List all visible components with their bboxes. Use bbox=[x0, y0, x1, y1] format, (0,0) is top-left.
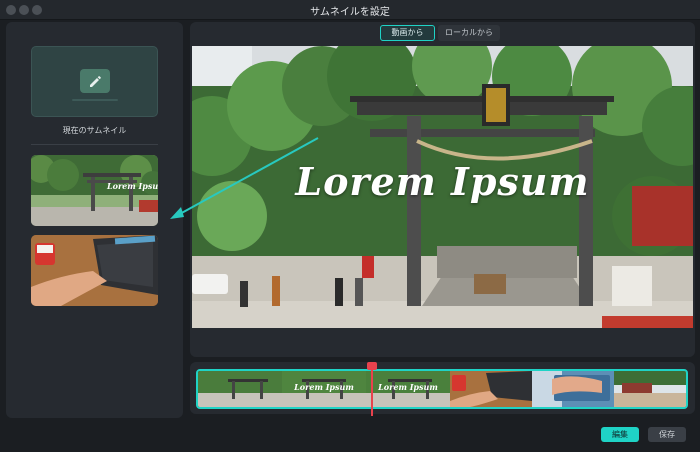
preview-overlay-text: Lorem Ipsum bbox=[295, 159, 590, 204]
title-bar: サムネイルを設定 bbox=[0, 0, 700, 20]
thumbnail-sidebar: 現在のサムネイル Lorem Ipsum bbox=[6, 22, 183, 418]
timeline-frame[interactable] bbox=[450, 371, 532, 407]
save-button[interactable]: 保存 bbox=[648, 427, 686, 442]
sidebar-divider bbox=[31, 144, 158, 145]
thumbnail-preview: Lorem Ipsum bbox=[192, 46, 693, 328]
svg-text:Lorem Ipsum: Lorem Ipsum bbox=[106, 181, 158, 191]
timeline-frame-text: Lorem Ipsum bbox=[294, 382, 354, 392]
current-thumbnail-label: 現在のサムネイル bbox=[62, 126, 127, 135]
thumbnail-placeholder-line bbox=[72, 99, 118, 101]
preview-panel: 動画から ローカルから Lorem Ipsum bbox=[190, 22, 695, 357]
timeline-strip[interactable]: Lorem Ipsum Lorem Ipsum bbox=[196, 369, 688, 409]
edit-button[interactable]: 編集 bbox=[601, 427, 639, 442]
tab-from-local[interactable]: ローカルから bbox=[438, 25, 500, 41]
tab-from-video[interactable]: 動画から bbox=[380, 25, 435, 41]
thumbnail-option-torii[interactable]: Lorem Ipsum bbox=[31, 155, 158, 226]
timeline-frame[interactable]: Lorem Ipsum bbox=[366, 371, 450, 407]
timeline-frame-text: Lorem Ipsum bbox=[378, 382, 438, 392]
thumbnail-option-laptop[interactable] bbox=[31, 235, 158, 306]
window-title: サムネイルを設定 bbox=[310, 7, 390, 18]
playhead[interactable] bbox=[371, 364, 373, 416]
timeline-frame[interactable] bbox=[532, 371, 614, 407]
timeline-frame[interactable]: Lorem Ipsum bbox=[282, 371, 366, 407]
timeline-frame[interactable] bbox=[614, 371, 686, 407]
pencil-edit-icon[interactable] bbox=[80, 69, 110, 93]
timeline-frame[interactable] bbox=[198, 371, 282, 407]
video-timeline: Lorem Ipsum Lorem Ipsum bbox=[190, 362, 695, 416]
current-thumbnail[interactable] bbox=[31, 46, 158, 117]
